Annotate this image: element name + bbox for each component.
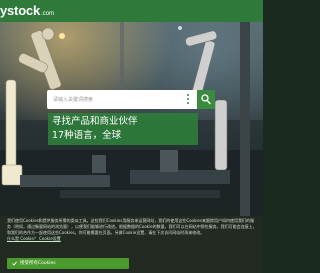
search-icon: [201, 94, 211, 105]
site-logo[interactable]: ystock.com: [0, 4, 54, 18]
search-input[interactable]: [47, 90, 184, 109]
cookie-links[interactable]: 什么是 Cookie？ Cookie设置: [7, 236, 61, 241]
checkmark-icon: [12, 261, 17, 266]
cookie-body-text: 我们使用Cookies和提供服务所需的类似工具。这些我们Cookies用服务来运…: [7, 218, 257, 235]
logo-main-text: ystock: [0, 3, 40, 18]
site-header: ystock.com: [0, 0, 263, 22]
hero-tagline: 寻找产品和商业伙伴 17种语言，全球: [48, 113, 198, 145]
tagline-line-2: 17种语言，全球: [52, 130, 122, 141]
search-button[interactable]: [197, 90, 215, 109]
accept-all-cookies-button[interactable]: 接受所有Cookies: [7, 258, 129, 269]
accept-all-cookies-label: 接受所有Cookies: [20, 261, 56, 266]
cookie-notice-text: 我们使用Cookies和提供服务所需的类似工具。这些我们Cookies用服务来运…: [7, 218, 257, 242]
tagline-line-1: 寻找产品和商业伙伴: [52, 116, 138, 127]
more-options-icon[interactable]: [184, 93, 192, 106]
logo-suffix-text: .com: [41, 11, 55, 17]
